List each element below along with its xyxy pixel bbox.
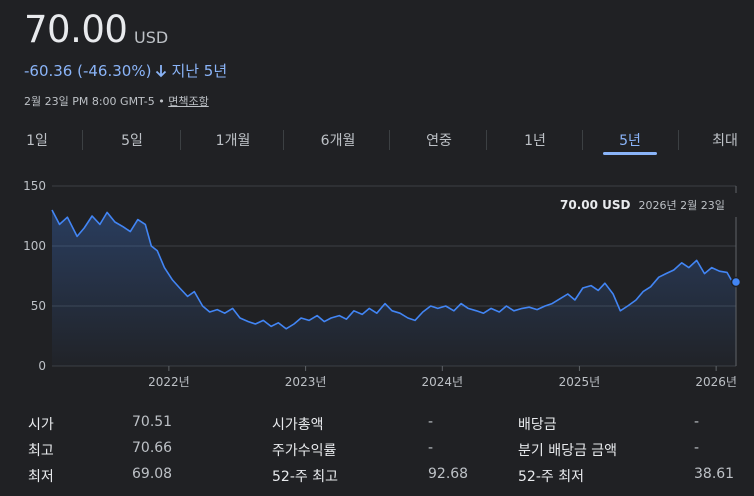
stat-high-value: 70.66 (132, 440, 173, 456)
stat-open-value: 70.51 (132, 414, 173, 430)
x-tick-label: 2023년 (285, 375, 327, 389)
stat-high-label: 최고 (28, 443, 54, 459)
y-tick-label: 150 (23, 179, 46, 193)
x-tick-label: 2022년 (148, 375, 190, 389)
stat-dividend-value: - (694, 414, 700, 430)
tooltip-value: 70.00 USD (560, 198, 631, 212)
y-tick-label: 50 (31, 299, 46, 313)
tab-divider (582, 130, 583, 150)
tab-1y[interactable]: 1년 (512, 130, 558, 150)
x-tick-label: 2025년 (559, 375, 601, 389)
y-tick-label: 0 (38, 359, 46, 373)
stat-mktcap-value: - (428, 414, 434, 430)
tab-6m[interactable]: 6개월 (310, 130, 366, 150)
price-area (52, 210, 736, 366)
stat-mktcap-label: 시가총액 (272, 417, 324, 433)
tab-divider (283, 130, 284, 150)
stat-52wh-label: 52-주 최고 (272, 469, 338, 485)
timestamp: 2월 23일 PM 8:00 GMT-5 • 면책조항 (24, 93, 209, 109)
tab-divider (389, 130, 390, 150)
stat-pe-value: - (428, 440, 434, 456)
chart-tooltip: 70.00 USD 2026년 2월 23일 (554, 193, 740, 217)
tab-5y[interactable]: 5년 (607, 130, 653, 150)
stat-dividend-label: 배당금 (518, 417, 557, 433)
stat-qdiv-value: - (694, 440, 700, 456)
active-tab-indicator (603, 152, 657, 155)
stock-price: 70.00 (24, 8, 128, 51)
stat-52wh-value: 92.68 (428, 466, 469, 482)
tab-ytd[interactable]: 연중 (414, 130, 464, 150)
y-tick-label: 100 (23, 239, 46, 253)
stat-52wl-value: 38.61 (694, 466, 735, 482)
current-price-marker (730, 276, 742, 288)
stat-low-label: 최저 (28, 469, 54, 485)
disclaimer-link[interactable]: 면책조항 (168, 95, 208, 108)
stat-low-value: 69.08 (132, 466, 173, 482)
tab-5d[interactable]: 5일 (109, 130, 155, 150)
stat-qdiv-label: 분기 배당금 금액 (518, 443, 618, 459)
tab-divider (678, 130, 679, 150)
tab-1d[interactable]: 1일 (14, 130, 60, 150)
tab-divider (486, 130, 487, 150)
stat-pe-label: 주가수익률 (272, 443, 337, 459)
separator-dot: • (158, 95, 165, 108)
change-period: 지난 5년 (171, 62, 228, 80)
tab-max[interactable]: 최대 (702, 130, 748, 150)
tooltip-date: 2026년 2월 23일 (638, 199, 725, 212)
x-tick-label: 2026년 (695, 375, 737, 389)
change-value: -60.36 (-46.30%) (24, 61, 152, 80)
tab-divider (82, 130, 83, 150)
tab-divider (180, 130, 181, 150)
range-tabs: 1일 5일 1개월 6개월 연중 1년 5년 최대 (0, 124, 754, 158)
timestamp-text: 2월 23일 PM 8:00 GMT-5 (24, 95, 155, 108)
x-tick-label: 2024년 (422, 375, 464, 389)
tab-1m[interactable]: 1개월 (205, 130, 261, 150)
arrow-down-icon (156, 64, 167, 77)
stat-open-label: 시가 (28, 417, 54, 433)
price-change: -60.36 (-46.30%) 지난 5년 (24, 60, 227, 81)
stat-52wl-label: 52-주 최저 (518, 469, 584, 485)
currency-label: USD (134, 28, 169, 47)
